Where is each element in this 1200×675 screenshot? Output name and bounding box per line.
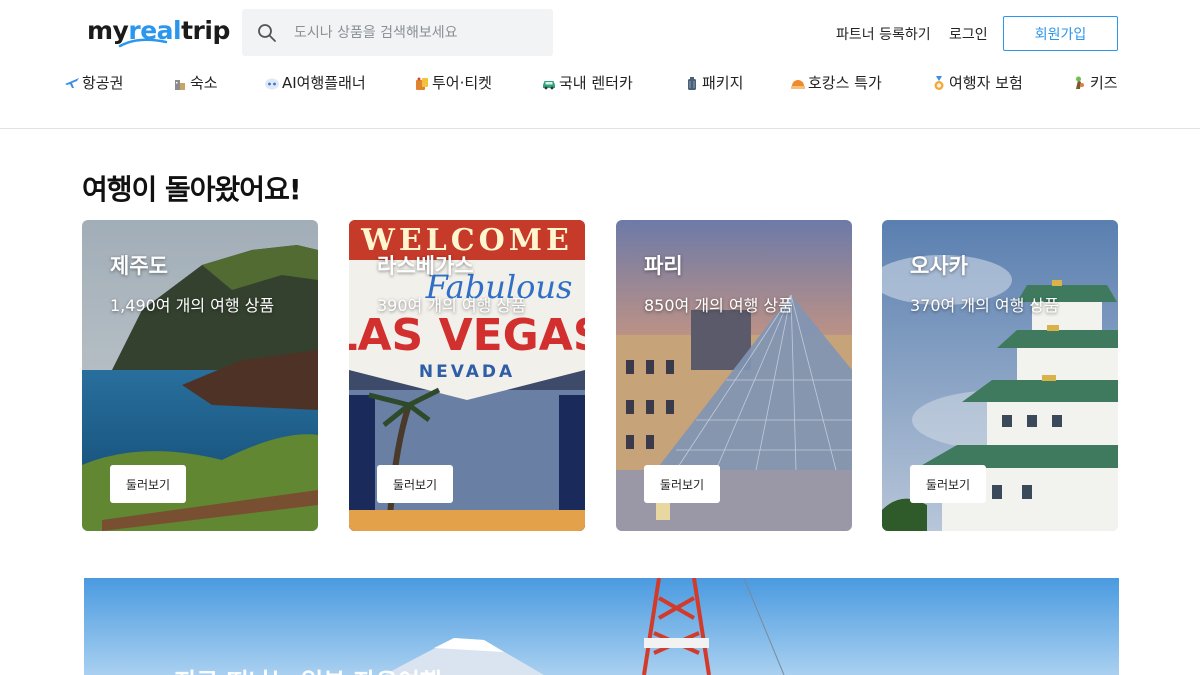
card-product-count: 390여 개의 여행 상품	[377, 296, 526, 315]
tokyo-tower-image	[84, 578, 1119, 675]
sign-lasvegas-text: LAS VEGAS	[349, 310, 585, 361]
signup-button[interactable]: 회원가입	[1003, 16, 1118, 51]
airplane-icon	[65, 77, 79, 88]
nav-item-label: AI여행플래너	[282, 74, 366, 92]
login-link[interactable]: 로그인	[949, 24, 988, 44]
nav-item-label: 여행자 보험	[949, 74, 1023, 92]
nav-item-label: 국내 렌터카	[559, 74, 633, 92]
section-title: 여행이 돌아왔어요!	[82, 173, 302, 206]
nav-item-label: 항공권	[82, 74, 124, 92]
card-product-count: 1,490여 개의 여행 상품	[110, 296, 275, 315]
sunset-icon	[791, 79, 805, 89]
nav-item-label: 호캉스 특가	[808, 74, 882, 92]
destination-card-osaka[interactable]: 오사카 370여 개의 여행 상품 둘러보기	[882, 220, 1118, 531]
suitcase-icon	[688, 76, 696, 90]
nav-item-kids[interactable]: 키즈	[1072, 72, 1118, 93]
destination-card-jeju[interactable]: 제주도 1,490여 개의 여행 상품 둘러보기	[82, 220, 318, 531]
building-icon	[175, 79, 185, 90]
nav-item-tours[interactable]: 투어·티켓	[414, 72, 492, 93]
card-city-name: 제주도	[110, 254, 168, 278]
destination-card-lasvegas[interactable]: WELCOME Fabulous LAS VEGAS NEVADA 라스베가스 …	[349, 220, 585, 531]
insurance-medal-icon	[934, 75, 944, 90]
nav-item-label: 패키지	[702, 74, 744, 92]
browse-button[interactable]: 둘러보기	[110, 465, 186, 503]
browse-button[interactable]: 둘러보기	[644, 465, 720, 503]
kids-icon	[1076, 76, 1084, 89]
ticket-bag-icon	[416, 77, 428, 90]
car-icon	[543, 80, 555, 89]
ai-robot-icon	[265, 78, 279, 89]
site-header: myrealtrip 파트너 등록하기 로그인 회원가입 항공권 숙소	[0, 0, 1200, 129]
nav-item-label: 숙소	[190, 74, 218, 92]
browse-button[interactable]: 둘러보기	[377, 465, 453, 503]
banner-title: 지금 떠나는 일본 자유여행	[174, 662, 442, 675]
browse-button[interactable]: 둘러보기	[910, 465, 986, 503]
nav-item-stays[interactable]: 숙소	[172, 72, 218, 93]
destination-card-paris[interactable]: 파리 850여 개의 여행 상품 둘러보기	[616, 220, 852, 531]
nav-item-label: 키즈	[1090, 74, 1118, 92]
nav-item-rentacar[interactable]: 국내 렌터카	[541, 72, 633, 93]
nav-item-hocance[interactable]: 호캉스 특가	[790, 72, 882, 93]
nav-item-label: 투어·티켓	[432, 74, 492, 92]
japan-travel-banner[interactable]: 지금 떠나는 일본 자유여행	[84, 578, 1119, 675]
card-product-count: 370여 개의 여행 상품	[910, 296, 1059, 315]
nav-item-ai-planner[interactable]: AI여행플래너	[264, 72, 366, 93]
partner-register-link[interactable]: 파트너 등록하기	[836, 24, 931, 44]
nav-item-flights[interactable]: 항공권	[64, 72, 123, 93]
search-input[interactable]	[294, 24, 544, 41]
nav-item-package[interactable]: 패키지	[684, 72, 743, 93]
category-nav: 항공권 숙소 AI여행플래너 투어·티켓 국내 렌터카 패키지 호캉스 특가 여…	[0, 72, 1200, 98]
card-product-count: 850여 개의 여행 상품	[644, 296, 793, 315]
card-city-name: 오사카	[910, 254, 968, 278]
logo-swoosh-icon	[118, 38, 168, 48]
search-bar[interactable]	[242, 9, 553, 56]
card-city-name: 라스베가스	[377, 254, 474, 278]
card-city-name: 파리	[644, 254, 683, 278]
search-icon	[258, 23, 276, 42]
logo-text-suffix: trip	[181, 16, 230, 45]
nav-item-insurance[interactable]: 여행자 보험	[931, 72, 1023, 93]
sign-nevada-text: NEVADA	[419, 362, 515, 382]
